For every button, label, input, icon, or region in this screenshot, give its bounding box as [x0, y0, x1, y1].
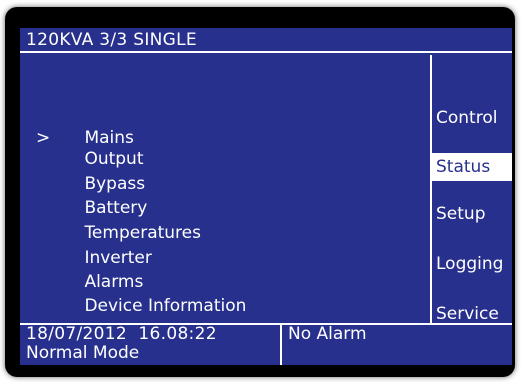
side-button-label: Status — [436, 157, 491, 177]
side-button-logging[interactable]: Logging — [432, 250, 512, 278]
side-menu: Control Status Setup Logging Service — [430, 55, 512, 324]
selection-cursor: > — [36, 128, 51, 148]
status-left-panel: 18/07/2012 16.08:22 Normal Mode — [20, 325, 282, 365]
device-title: 120KVA 3/3 SINGLE — [26, 30, 197, 50]
status-menu: > Mains Output Bypass Battery Temperature… — [20, 55, 430, 323]
operating-mode: Normal Mode — [26, 343, 140, 363]
menu-item-label: Device Information — [84, 296, 247, 316]
status-bar: 18/07/2012 16.08:22 Normal Mode No Alarm — [20, 323, 512, 365]
side-button-label: Setup — [436, 204, 486, 224]
alarm-status: No Alarm — [288, 324, 367, 344]
side-button-status[interactable]: Status — [432, 153, 512, 181]
side-button-setup[interactable]: Setup — [432, 200, 512, 228]
side-button-label: Logging — [436, 254, 504, 274]
side-button-control[interactable]: Control — [432, 104, 512, 132]
side-button-label: Control — [436, 108, 498, 128]
title-bar: 120KVA 3/3 SINGLE — [20, 28, 512, 53]
date-time: 18/07/2012 16.08:22 — [26, 324, 217, 344]
side-button-label: Service — [436, 304, 499, 324]
lcd-screen: 120KVA 3/3 SINGLE > Mains Output Bypass B… — [20, 28, 512, 365]
